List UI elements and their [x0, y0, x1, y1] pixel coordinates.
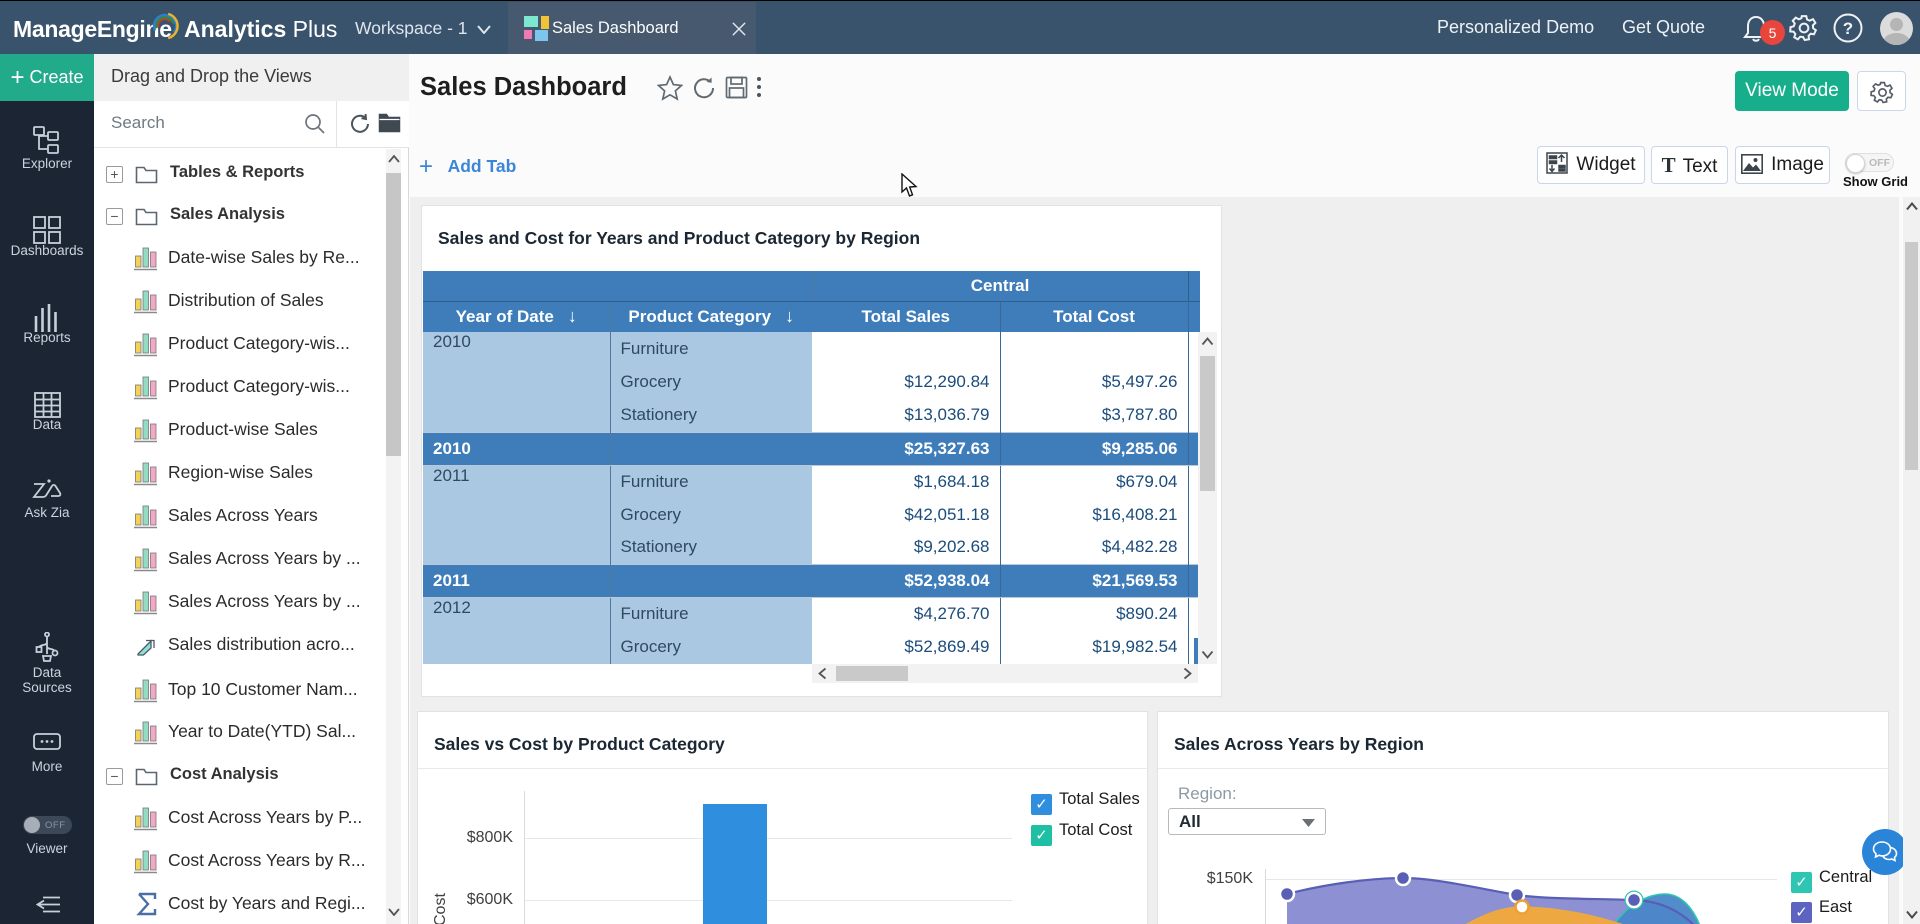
svg-text:?: ?: [1843, 19, 1853, 38]
